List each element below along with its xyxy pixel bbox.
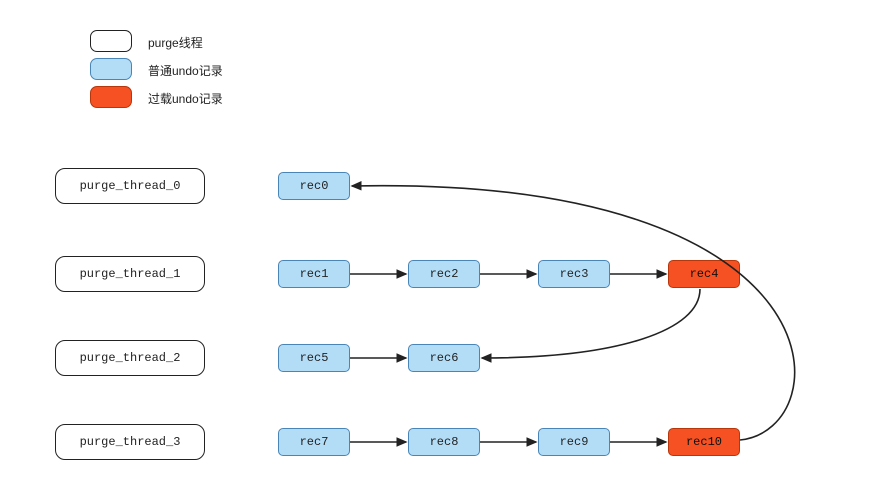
arrow-rec4-rec6: [482, 289, 700, 358]
thread-box-0: purge_thread_0: [55, 168, 205, 204]
rec-box-rec4: rec4: [668, 260, 740, 288]
thread-label-1: purge_thread_1: [80, 267, 181, 281]
rec-label: rec7: [300, 435, 329, 449]
rec-label: rec6: [430, 351, 459, 365]
rec-box-rec5: rec5: [278, 344, 350, 372]
legend-label-thread: purge线程: [148, 34, 203, 51]
rec-label: rec2: [430, 267, 459, 281]
thread-label-0: purge_thread_0: [80, 179, 181, 193]
thread-box-1: purge_thread_1: [55, 256, 205, 292]
legend-label-overload: 过载undo记录: [148, 90, 223, 107]
rec-box-rec2: rec2: [408, 260, 480, 288]
rec-box-rec1: rec1: [278, 260, 350, 288]
rec-box-rec3: rec3: [538, 260, 610, 288]
legend-label-normal: 普通undo记录: [148, 62, 223, 79]
legend-swatch-thread: [90, 30, 132, 52]
arrow-rec10-rec0: [352, 186, 795, 440]
rec-box-rec7: rec7: [278, 428, 350, 456]
legend-swatch-overload: [90, 86, 132, 108]
rec-label: rec10: [686, 435, 722, 449]
rec-label: rec3: [560, 267, 589, 281]
rec-box-rec9: rec9: [538, 428, 610, 456]
rec-box-rec6: rec6: [408, 344, 480, 372]
rec-label: rec4: [690, 267, 719, 281]
rec-label: rec1: [300, 267, 329, 281]
rec-label: rec0: [300, 179, 329, 193]
rec-label: rec8: [430, 435, 459, 449]
legend-swatch-normal: [90, 58, 132, 80]
rec-box-rec10: rec10: [668, 428, 740, 456]
rec-label: rec9: [560, 435, 589, 449]
rec-label: rec5: [300, 351, 329, 365]
rec-box-rec8: rec8: [408, 428, 480, 456]
thread-label-3: purge_thread_3: [80, 435, 181, 449]
thread-box-2: purge_thread_2: [55, 340, 205, 376]
rec-box-rec0: rec0: [278, 172, 350, 200]
thread-label-2: purge_thread_2: [80, 351, 181, 365]
thread-box-3: purge_thread_3: [55, 424, 205, 460]
